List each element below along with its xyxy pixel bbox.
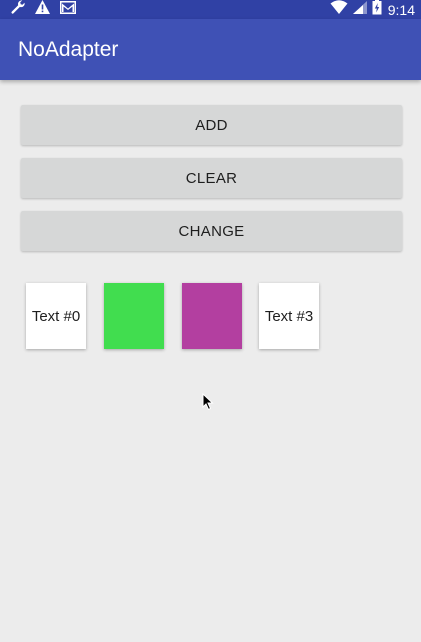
battery-icon [372,0,382,20]
clear-button[interactable]: CLEAR [21,158,402,198]
change-button[interactable]: CHANGE [21,211,402,251]
warning-icon [34,0,51,20]
color-tile-green [104,283,164,349]
add-button[interactable]: ADD [21,105,402,145]
app-title: NoAdapter [18,38,119,61]
color-tile-purple [182,283,242,349]
status-left-icons [10,0,77,19]
status-bar: 9:14 [0,0,421,19]
text-tile-0: Text #0 [26,283,86,349]
status-time: 9:14 [387,1,415,18]
text-tile-3: Text #3 [259,283,319,349]
status-right-icons: 9:14 [330,0,415,19]
wifi-icon [330,0,348,20]
signal-icon [352,0,368,20]
app-bar: NoAdapter [0,19,421,80]
gmail-icon [59,0,77,20]
mouse-cursor-icon [202,392,214,416]
wrench-icon [10,0,26,20]
